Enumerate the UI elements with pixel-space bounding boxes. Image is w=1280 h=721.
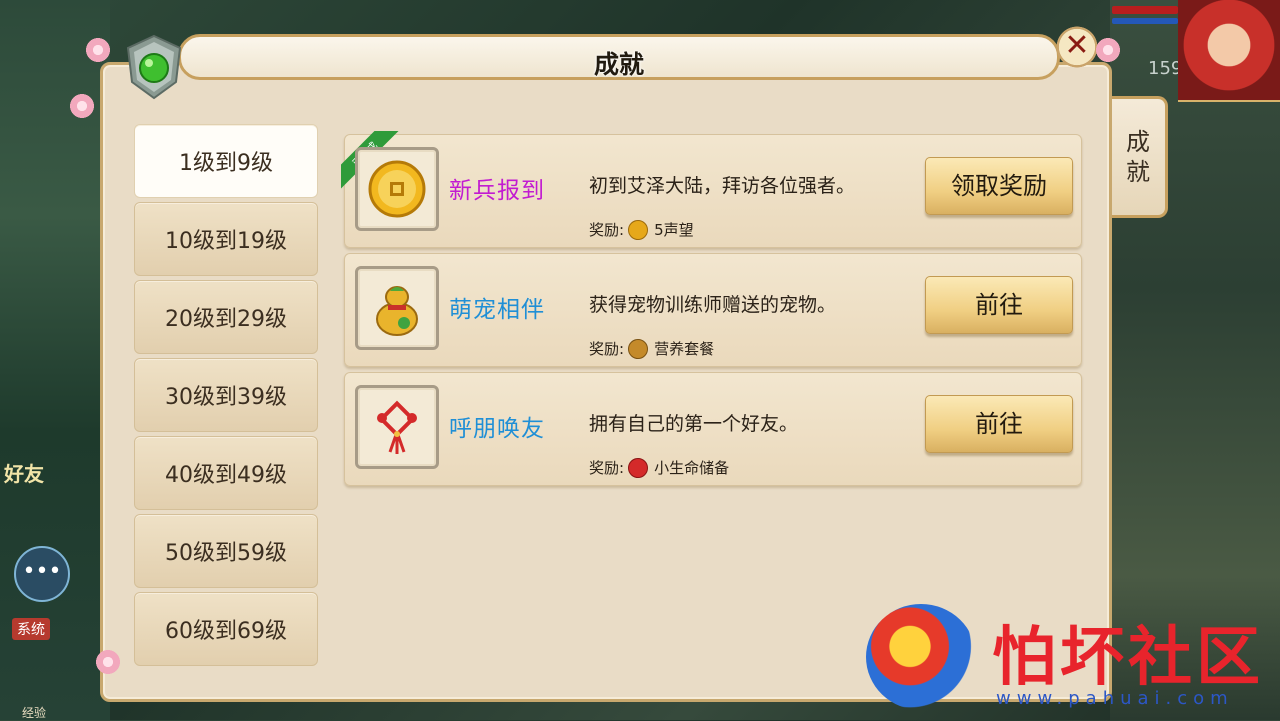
level-item-1-9[interactable]: 1级到9级 [134,124,318,198]
knot-icon [628,457,649,478]
reward-value: 5声望 [654,221,694,239]
achievement-icon-frame [355,266,439,350]
reward-prefix: 奖励: [589,221,625,239]
food-icon [628,338,649,359]
level-list: 1级到9级 10级到19级 20级到29级 30级到39级 40级到49级 50… [134,124,318,670]
hp-bar [1112,6,1178,14]
friend-shortcut[interactable]: 好友 [4,462,84,518]
level-item-10-19[interactable]: 10级到19级 [134,202,318,276]
achievement-description: 获得宠物训练师赠送的宠物。 [589,294,837,316]
coin-icon [628,219,649,240]
achievement-card: 已完成 新兵报到 初到艾泽大陆，拜访各位强者。 奖励: 5声望 领取奖励 [341,131,1082,248]
goto-button[interactable]: 前往 [925,395,1073,453]
gourd-icon [376,286,418,336]
flower-decoration-icon [84,36,112,64]
achievement-name: 呼朋唤友 [449,416,545,442]
chat-icon[interactable]: ••• [14,546,70,602]
watermark-text: 怕坏社区 [992,620,1264,695]
achievement-name: 萌宠相伴 [449,297,545,323]
level-item-20-29[interactable]: 20级到29级 [134,280,318,354]
chinese-knot-icon [377,400,417,454]
achievement-name: 新兵报到 [449,178,545,204]
gold-coin-icon [368,160,426,218]
watermark-url: www.pahuai.com [996,688,1234,709]
fish-logo-icon [866,604,976,710]
level-item-60-69[interactable]: 60级到69级 [134,592,318,666]
exp-label: 经验 [22,706,47,720]
goto-button[interactable]: 前往 [925,276,1073,334]
player-portrait[interactable] [1178,0,1280,102]
achievement-icon-frame [355,385,439,469]
achievement-list: 已完成 新兵报到 初到艾泽大陆，拜访各位强者。 奖励: 5声望 领取奖励 [341,131,1082,491]
window-title: 成就 [593,50,644,79]
reward-value: 营养套餐 [654,340,715,358]
level-item-30-39[interactable]: 30级到39级 [134,358,318,432]
reward-row: 奖励: 营养套餐 [589,338,714,359]
tab-achievement[interactable]: 成就 [1112,96,1168,218]
achievement-card: 萌宠相伴 获得宠物训练师赠送的宠物。 奖励: 营养套餐 前往 [344,253,1082,367]
system-channel-label: 系统 [12,618,50,640]
title-bar: 成就 [178,34,1060,80]
level-item-40-49[interactable]: 40级到49级 [134,436,318,510]
jade-emblem-icon [126,34,182,100]
reward-value: 小生命储备 [654,459,730,477]
flower-decoration-icon [94,648,122,676]
reward-row: 奖励: 小生命储备 [589,457,729,478]
achievement-description: 初到艾泽大陆，拜访各位强者。 [589,175,856,197]
tab-achievement-label: 成就 [1126,128,1150,186]
achievement-icon-frame [355,147,439,231]
achievement-card: 呼朋唤友 拥有自己的第一个好友。 奖励: 小生命储备 前往 [344,372,1082,486]
reward-prefix: 奖励: [589,459,625,477]
reward-prefix: 奖励: [589,340,625,358]
level-item-50-59[interactable]: 50级到59级 [134,514,318,588]
reward-row: 奖励: 5声望 [589,219,694,240]
achievement-description: 拥有自己的第一个好友。 [589,413,799,435]
mp-bar [1112,18,1178,24]
watermark: 怕坏社区 www.pahuai.com [866,604,1266,714]
flower-decoration-icon [1094,36,1122,64]
claim-reward-button[interactable]: 领取奖励 [925,157,1073,215]
flower-decoration-icon [68,92,96,120]
